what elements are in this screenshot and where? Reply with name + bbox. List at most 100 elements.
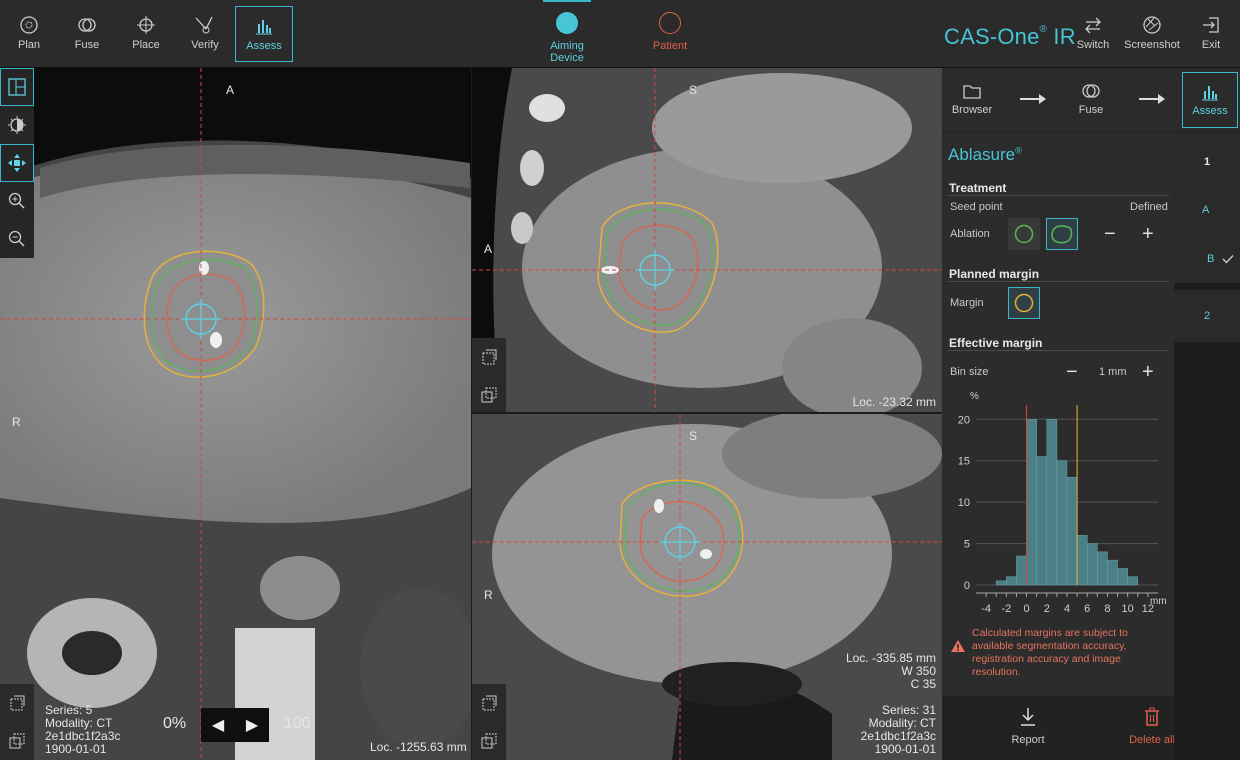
tab-A[interactable]: A — [1174, 184, 1240, 234]
bin-size-plus-button[interactable]: + — [1142, 362, 1154, 382]
step-browser-label: Browser — [951, 104, 993, 116]
coronal-layer-button[interactable] — [472, 722, 506, 760]
folder-icon — [963, 85, 981, 99]
x-tick-label: 2 — [1044, 603, 1050, 615]
bin-size-label: Bin size — [950, 366, 989, 378]
x-tick-label: 10 — [1122, 603, 1134, 615]
sagittal-crop-button[interactable] — [472, 338, 506, 376]
brightness-icon — [8, 116, 26, 134]
assess-label: Assess — [246, 40, 282, 52]
margin-label: Margin — [950, 297, 984, 309]
layout-button[interactable] — [0, 68, 34, 106]
plan-button[interactable]: Plan — [0, 6, 58, 62]
place-label: Place — [132, 39, 160, 51]
divider — [947, 281, 1169, 282]
tab-1-label: 1 — [1204, 156, 1211, 168]
patient-button[interactable]: Patient — [640, 12, 700, 52]
pan-button[interactable] — [0, 144, 34, 182]
histogram-bar — [995, 580, 1007, 586]
sagittal-viewport[interactable]: S A Loc. -23.32 mm — [472, 68, 942, 412]
crop-icon — [482, 349, 497, 365]
brand-name: CAS-One — [944, 24, 1040, 49]
step-fuse[interactable]: Fuse — [1062, 72, 1120, 128]
zoom-in-button[interactable] — [0, 182, 34, 220]
place-button[interactable]: Place — [117, 6, 175, 62]
axial-viewport[interactable]: A R Series: 5 Modality: CT 2e1dbc1f2a3c … — [0, 68, 471, 760]
workflow-steps: Browser Fuse Assess — [942, 68, 1240, 132]
aiming-device-label: Aiming Device — [550, 40, 584, 64]
sagittal-side-buttons — [472, 338, 506, 412]
delete-all-button[interactable]: Delete all — [1122, 704, 1182, 746]
plan-label: Plan — [17, 39, 41, 51]
margin-circle-button[interactable] — [1008, 287, 1040, 319]
coronal-side-buttons — [472, 684, 506, 760]
bin-size-minus-button[interactable]: − — [1066, 362, 1078, 382]
axial-crop-button[interactable] — [0, 684, 34, 722]
screenshot-button[interactable]: Screenshot — [1122, 6, 1182, 62]
zoom-out-button[interactable] — [0, 220, 34, 258]
assess-button[interactable]: Assess — [235, 6, 293, 62]
zoom-in-icon — [8, 192, 25, 209]
tab-B[interactable]: B — [1174, 233, 1240, 283]
fuse-button[interactable]: Fuse — [58, 6, 116, 62]
coronal-viewport[interactable]: S R Loc. -335.85 mm W 350 C 35 Series: 3… — [472, 414, 942, 760]
x-tick-label: 6 — [1084, 603, 1090, 615]
layer-icon — [481, 733, 497, 749]
seed-point-value: Defined — [1130, 201, 1168, 213]
ablation-freeform-button[interactable] — [1046, 218, 1078, 250]
ablation-plus-button[interactable]: + — [1142, 224, 1154, 244]
coronal-series-info: Series: 31 Modality: CT 2e1dbc1f2a3c 190… — [861, 704, 936, 756]
bin-size-value: 1 mm — [1099, 366, 1127, 378]
step-browser[interactable]: Browser — [943, 72, 1001, 128]
assess-icon — [256, 20, 272, 35]
brand-registered: ® — [1039, 24, 1048, 35]
chart-y-axis-label: % — [970, 391, 979, 402]
patient-icon — [659, 12, 681, 34]
tab-1[interactable]: 1 — [1174, 136, 1240, 186]
margin-histogram-chart: 05101520-4 -2 0 2 4 6 8 10 12 % mm — [958, 391, 1167, 615]
assess-icon — [1202, 86, 1218, 101]
ablation-tabs-column: 1 A B 2 — [1174, 132, 1240, 760]
freeform-shape-icon — [1051, 225, 1073, 244]
verify-label: Verify — [191, 39, 219, 51]
y-tick-label: 10 — [958, 497, 970, 509]
histogram-bar — [1016, 555, 1027, 586]
axial-location: Loc. -1255.63 mm — [370, 740, 467, 754]
step-assess-label: Assess — [1192, 105, 1228, 117]
switch-button[interactable]: Switch — [1064, 6, 1122, 62]
prev-frame-button[interactable]: ◀ — [212, 715, 224, 735]
verify-button[interactable]: Verify — [176, 6, 234, 62]
ablation-minus-button[interactable]: − — [1104, 224, 1116, 244]
crop-icon — [10, 695, 25, 711]
y-tick-label: 5 — [964, 539, 970, 551]
download-icon — [1021, 708, 1035, 726]
coronal-location-info: Loc. -335.85 mm W 350 C 35 — [846, 652, 936, 691]
left-vertical-toolbar — [0, 68, 34, 258]
step-arrow-icon — [1020, 94, 1046, 104]
x-tick-label: 4 — [1064, 603, 1070, 615]
coronal-crop-button[interactable] — [472, 684, 506, 722]
ablation-circle-button[interactable] — [1008, 218, 1040, 250]
histogram-bar — [1066, 477, 1078, 586]
report-label: Report — [1011, 734, 1045, 746]
step-assess[interactable]: Assess — [1182, 72, 1238, 128]
brightness-button[interactable] — [0, 106, 34, 144]
zoom-out-icon — [8, 230, 25, 247]
screenshot-label: Screenshot — [1124, 39, 1180, 51]
histogram-bar — [1006, 576, 1017, 586]
sagittal-layer-button[interactable] — [472, 376, 506, 412]
fuse-icon — [1082, 84, 1100, 98]
report-button[interactable]: Report — [998, 704, 1058, 746]
tab-2[interactable]: 2 — [1174, 290, 1240, 342]
warning-icon — [951, 640, 965, 652]
histogram-bar — [1086, 543, 1098, 586]
tab-B-label: B — [1207, 253, 1215, 265]
fuse-label: Fuse — [74, 39, 100, 51]
crop-icon — [482, 695, 497, 711]
y-tick-label: 15 — [958, 456, 970, 468]
coronal-center: C 35 — [910, 677, 936, 691]
aiming-device-button[interactable]: Aiming Device — [533, 0, 601, 64]
axial-layer-button[interactable] — [0, 722, 34, 760]
exit-button[interactable]: Exit — [1182, 6, 1240, 62]
next-frame-button[interactable]: ▶ — [246, 715, 258, 735]
